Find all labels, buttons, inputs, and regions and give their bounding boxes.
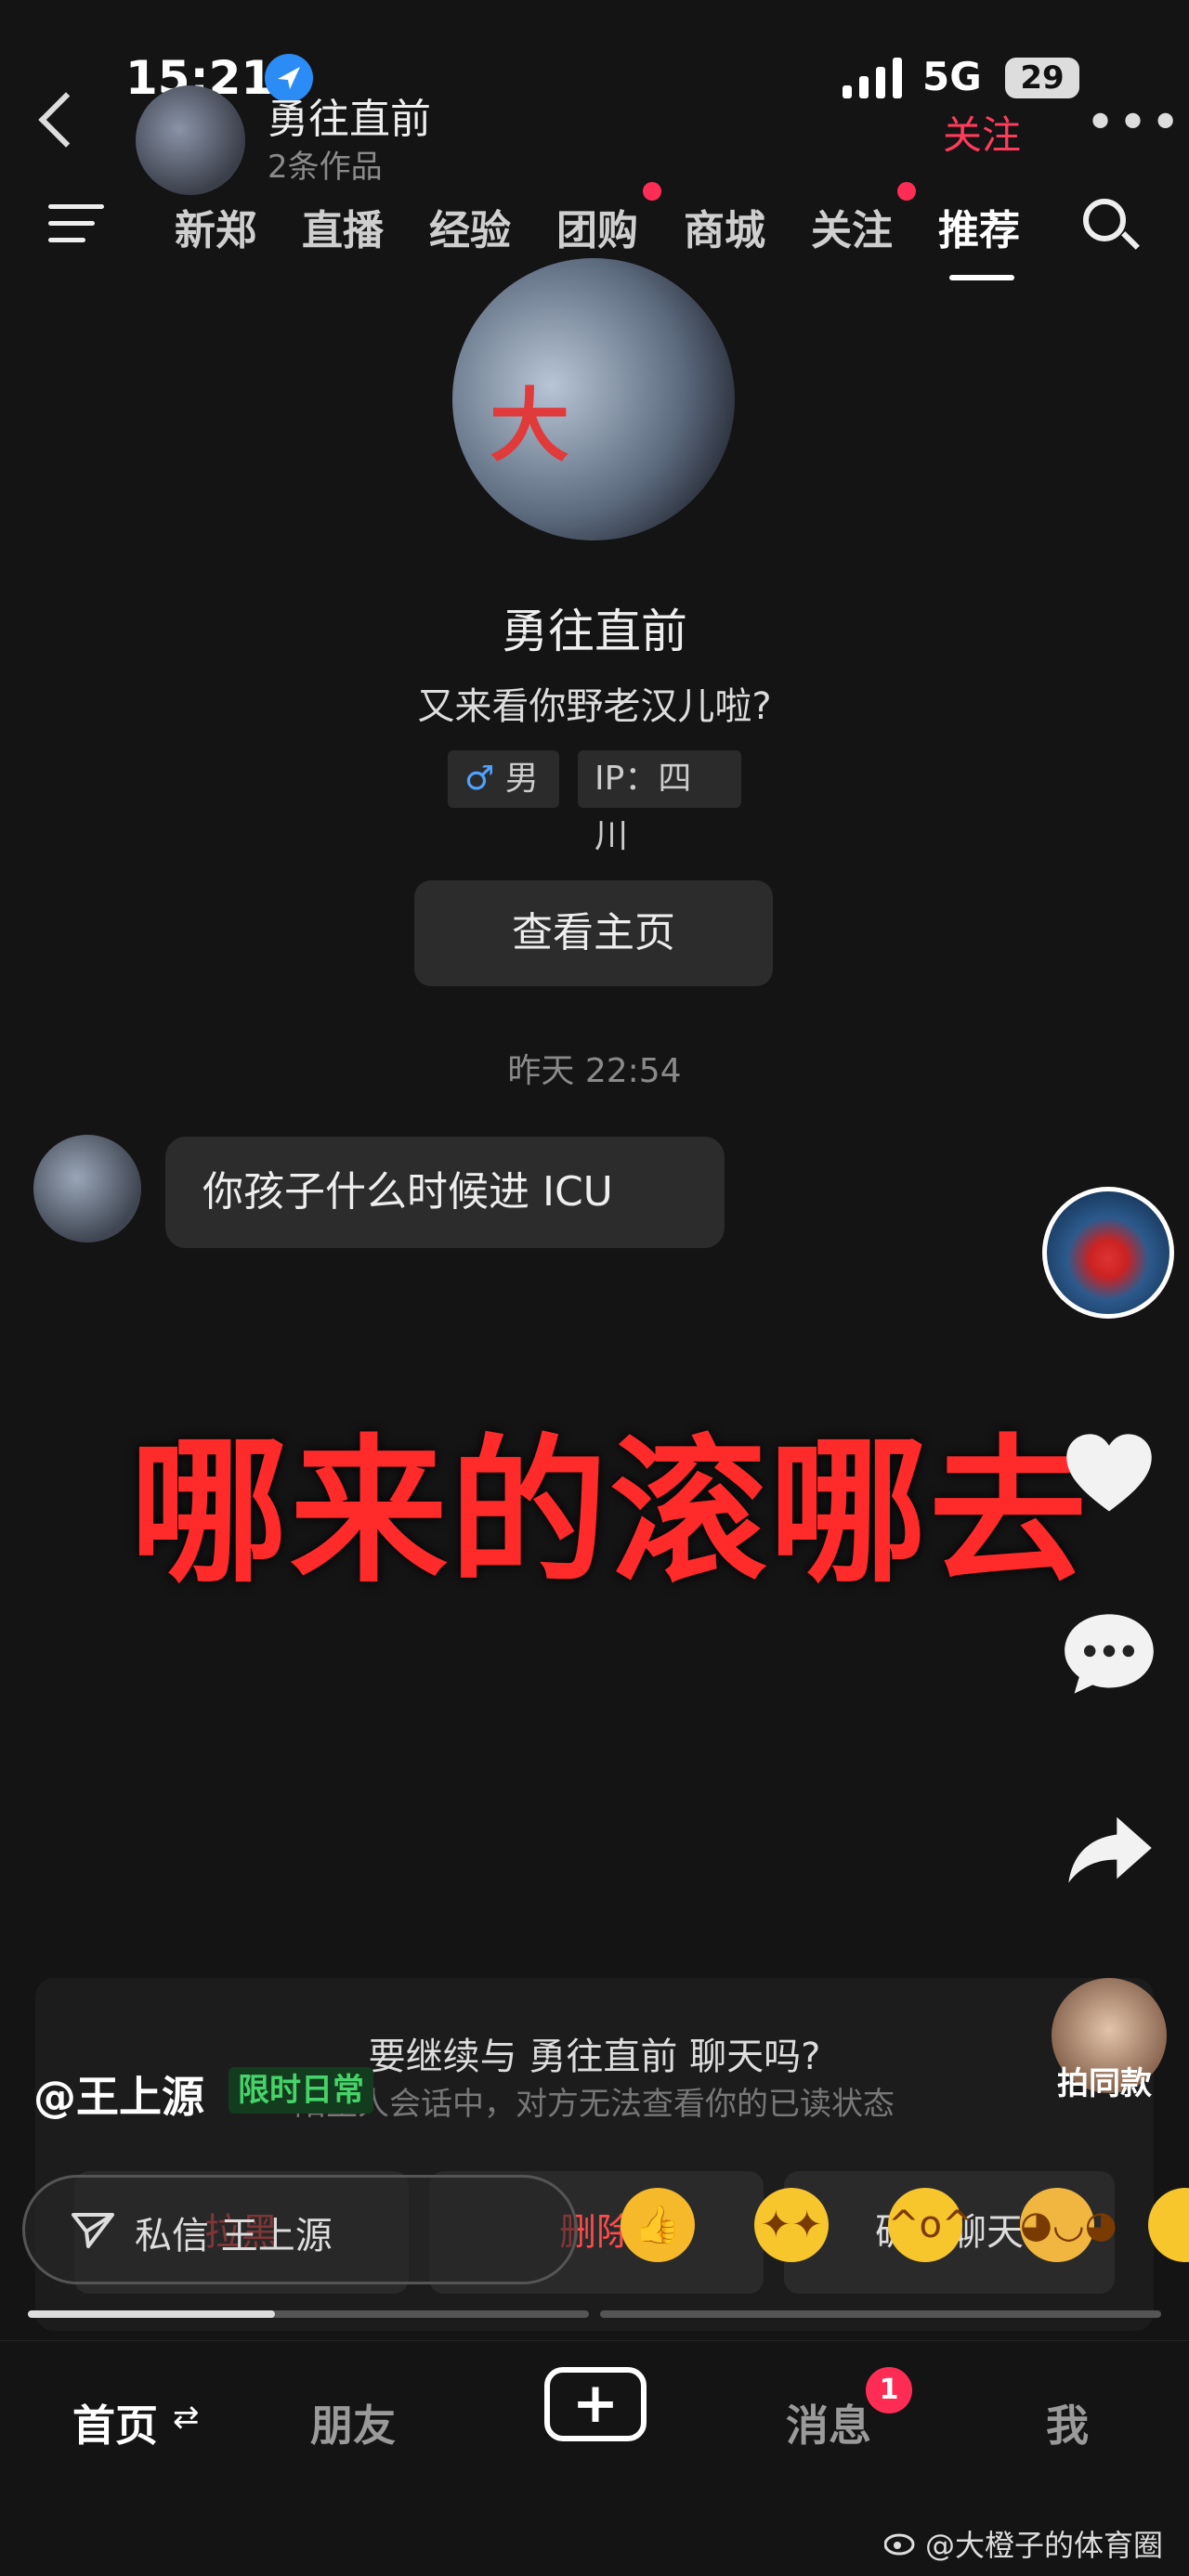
creator-avatar[interactable] [1042, 1187, 1174, 1319]
doge-emoji-icon[interactable]: ◕◡◕ [1020, 2188, 1117, 2262]
direct-message-input[interactable]: 私信 王上源 [22, 2175, 578, 2284]
signal-strength-icon [843, 58, 902, 98]
follow-button[interactable]: 关注 [943, 104, 1021, 161]
tab-me[interactable]: 我 [1046, 2392, 1089, 2453]
profile-name: 勇往直前 [502, 605, 687, 658]
message-bubble[interactable]: 你孩子什么时候进 ICU [165, 1137, 725, 1248]
switch-arrows-icon[interactable]: ⇄ [173, 2399, 200, 2436]
overlay-caption: 哪来的滚哪去 [130, 1421, 1090, 1605]
tab-messages[interactable]: 消息 [786, 2392, 871, 2453]
send-icon [72, 2213, 114, 2248]
chat-timestamp: 昨天 22:54 [507, 1052, 682, 1090]
video-progress-track-next [600, 2310, 1161, 2318]
share-icon[interactable] [1061, 1800, 1157, 1896]
nav-tab-groupbuy[interactable]: 团购 [556, 197, 638, 256]
more-icon[interactable]: ••• [1085, 93, 1182, 153]
male-icon: ♂ [464, 760, 495, 798]
profile-bio: 又来看你野老汉儿啦? [417, 685, 772, 728]
notification-dot [643, 182, 661, 201]
thumbs-up-emoji-icon[interactable]: 👍 [621, 2188, 695, 2262]
header-works-count: 2条作品 [268, 149, 383, 186]
tab-home[interactable]: 首页 [72, 2392, 158, 2453]
starry-eyes-emoji-icon[interactable]: ✦✦ [754, 2188, 829, 2262]
header-user-name[interactable]: 勇往直前 [268, 85, 431, 145]
gender-label: 男 [504, 760, 539, 798]
bottom-tab-bar: 首页 ⇄ 朋友 + 消息 1 我 [0, 2340, 1189, 2527]
comment-icon[interactable] [1061, 1605, 1157, 1701]
active-tab-indicator [949, 275, 1014, 280]
video-progress-fill [28, 2310, 275, 2318]
video-author[interactable]: @王上源 [33, 2063, 204, 2125]
author-tag: 限时日常 [229, 2067, 373, 2114]
messages-badge: 1 [866, 2367, 912, 2413]
tab-friends[interactable]: 朋友 [310, 2392, 396, 2453]
heart-icon[interactable] [1061, 1426, 1157, 1523]
weibo-logo-icon [884, 2533, 915, 2556]
plus-icon: + [571, 2371, 620, 2436]
view-homepage-button[interactable]: 查看主页 [414, 880, 773, 986]
battery-icon: 29 [1005, 58, 1079, 98]
back-chevron-icon[interactable] [38, 92, 94, 148]
dm-label: 私信 王上源 [135, 2215, 333, 2257]
gender-tag: ♂ 男 [448, 750, 559, 808]
nav-tab-xinzheng[interactable]: 新郑 [175, 197, 256, 256]
notification-dot [897, 182, 916, 201]
nav-tab-following[interactable]: 关注 [811, 197, 893, 256]
nav-tab-experience[interactable]: 经验 [429, 197, 511, 256]
profile-avatar[interactable]: 大 [452, 258, 735, 540]
nav-tab-recommend[interactable]: 推荐 [938, 197, 1020, 256]
nav-tab-live[interactable]: 直播 [302, 197, 384, 256]
network-type: 5G [922, 54, 982, 99]
menu-icon[interactable] [48, 204, 104, 245]
ip-tag: IP：四川 [578, 750, 741, 855]
same-style-label[interactable]: 拍同款 [1057, 2058, 1152, 2103]
nav-tab-mall[interactable]: 商城 [684, 197, 765, 256]
avatar-logo-text: 大 [490, 380, 569, 473]
message-sender-avatar[interactable] [33, 1135, 141, 1242]
header-avatar[interactable] [136, 85, 245, 195]
search-icon[interactable] [1083, 199, 1126, 241]
emoji-partial-icon[interactable] [1148, 2188, 1189, 2262]
search-icon-handle [1121, 231, 1140, 250]
watermark: @大橙子的体育圈 [925, 2528, 1164, 2563]
add-button[interactable]: + [544, 2367, 647, 2441]
laugh-cry-emoji-icon[interactable]: ^o^ [888, 2188, 973, 2262]
